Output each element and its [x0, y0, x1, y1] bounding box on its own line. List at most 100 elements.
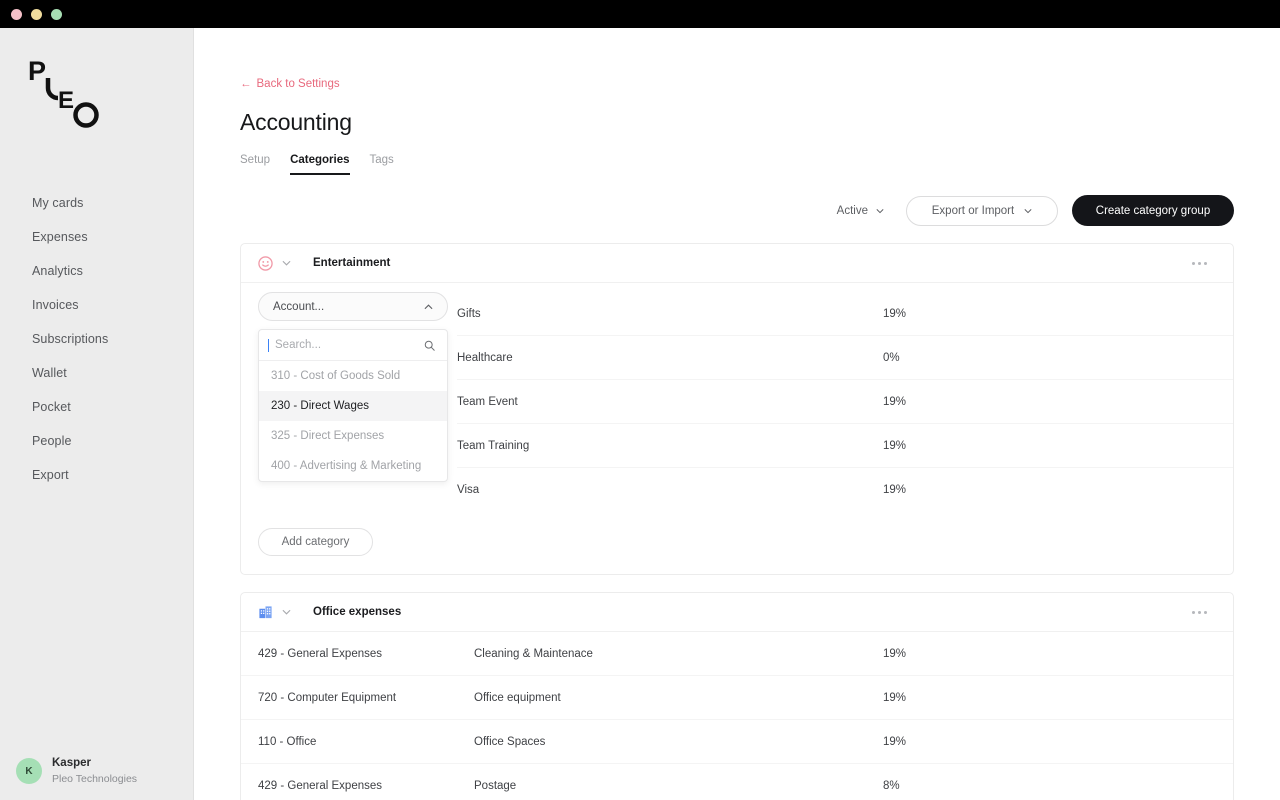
category-name: Office equipment: [474, 692, 883, 704]
arrow-left-icon: ←: [240, 78, 252, 90]
export-or-import-button[interactable]: Export or Import: [906, 196, 1058, 226]
user-name: Kasper: [52, 756, 137, 772]
smiley-face-icon: [258, 256, 273, 271]
back-link-label: Back to Settings: [257, 78, 340, 90]
group-options-menu-button[interactable]: [1186, 605, 1213, 620]
toolbar: Active Export or Import Create category …: [240, 195, 1234, 226]
app-shell: P E My cards Expenses Analytics Invoices…: [0, 28, 1280, 800]
tab-tags[interactable]: Tags: [370, 154, 394, 175]
close-window-button[interactable]: [11, 9, 22, 20]
chevron-down-icon: [876, 207, 884, 215]
category-name: Visa: [457, 484, 883, 496]
account-select-trigger[interactable]: Account...: [258, 292, 448, 321]
user-profile[interactable]: K Kasper Pleo Technologies: [16, 756, 137, 786]
category-vat: 19%: [883, 484, 1213, 496]
table-row[interactable]: 429 - General Expenses Postage 8%: [241, 764, 1233, 800]
category-name: Team Event: [457, 396, 883, 408]
table-row[interactable]: 429 - General Expenses Cleaning & Mainte…: [241, 632, 1233, 676]
search-icon: [424, 340, 435, 351]
tab-setup[interactable]: Setup: [240, 154, 270, 175]
account-option-325[interactable]: 325 - Direct Expenses: [259, 421, 447, 451]
sidebar-item-analytics[interactable]: Analytics: [0, 254, 193, 288]
svg-text:P: P: [28, 58, 46, 86]
sidebar-item-my-cards[interactable]: My cards: [0, 186, 193, 220]
category-name: Office Spaces: [474, 736, 883, 748]
account-option-230[interactable]: 230 - Direct Wages: [259, 391, 447, 421]
category-name: Healthcare: [457, 352, 883, 364]
account-select-column: Account... Search...: [241, 292, 457, 512]
category-vat: 19%: [883, 736, 1213, 748]
category-vat: 19%: [883, 396, 1213, 408]
category-vat: 19%: [883, 692, 1213, 704]
create-category-group-label: Create category group: [1096, 205, 1210, 217]
category-account: 429 - General Expenses: [258, 648, 474, 660]
category-group-header: Entertainment: [241, 244, 1233, 283]
table-row[interactable]: 110 - Office Office Spaces 19%: [241, 720, 1233, 764]
category-group-card-entertainment: Entertainment Account...: [240, 243, 1234, 575]
user-org: Pleo Technologies: [52, 772, 137, 786]
avatar: K: [16, 758, 42, 784]
export-or-import-label: Export or Import: [932, 205, 1014, 217]
sidebar-item-wallet[interactable]: Wallet: [0, 356, 193, 390]
table-row[interactable]: Gifts 19%: [457, 292, 1233, 336]
sidebar-item-subscriptions[interactable]: Subscriptions: [0, 322, 193, 356]
text-cursor: [268, 339, 269, 352]
maximize-window-button[interactable]: [51, 9, 62, 20]
collapse-group-chevron-icon[interactable]: [282, 260, 291, 266]
add-category-label: Add category: [282, 536, 350, 548]
kebab-dot: [1198, 611, 1201, 614]
back-to-settings-link[interactable]: ← Back to Settings: [240, 78, 340, 90]
category-vat: 19%: [883, 440, 1213, 452]
window-titlebar: [0, 0, 1280, 28]
sidebar-item-pocket[interactable]: Pocket: [0, 390, 193, 424]
table-row[interactable]: Team Training 19%: [457, 424, 1233, 468]
category-vat: 8%: [883, 780, 1213, 792]
collapse-group-chevron-icon[interactable]: [282, 609, 291, 615]
account-option-310[interactable]: 310 - Cost of Goods Sold: [259, 361, 447, 391]
main-content: ← Back to Settings Accounting Setup Cate…: [194, 28, 1280, 800]
chevron-down-icon: [1024, 207, 1032, 215]
kebab-dot: [1204, 262, 1207, 265]
category-vat: 19%: [883, 648, 1213, 660]
account-search-placeholder: Search...: [275, 339, 418, 351]
table-row[interactable]: Team Event 19%: [457, 380, 1233, 424]
category-edit-area: Account... Search...: [241, 283, 1233, 512]
sidebar-item-invoices[interactable]: Invoices: [0, 288, 193, 322]
category-group-body: Account... Search...: [241, 283, 1233, 556]
category-account: 429 - General Expenses: [258, 780, 474, 792]
table-row[interactable]: Healthcare 0%: [457, 336, 1233, 380]
category-name: Gifts: [457, 308, 883, 320]
account-select-dropdown: Search... 310 - Cost of Goods Sold 230 -…: [258, 329, 448, 482]
sidebar-item-expenses[interactable]: Expenses: [0, 220, 193, 254]
table-row[interactable]: 720 - Computer Equipment Office equipmen…: [241, 676, 1233, 720]
sidebar-item-export[interactable]: Export: [0, 458, 193, 492]
status-filter-label: Active: [837, 205, 868, 217]
create-category-group-button[interactable]: Create category group: [1072, 195, 1234, 226]
category-group-body: 429 - General Expenses Cleaning & Mainte…: [241, 632, 1233, 800]
svg-text:E: E: [58, 87, 74, 114]
table-row[interactable]: Visa 19%: [457, 468, 1233, 512]
account-search-field[interactable]: Search...: [259, 330, 447, 361]
category-vat: 19%: [883, 308, 1213, 320]
category-group-card-office-expenses: Office expenses 429 - General Expenses C…: [240, 592, 1234, 800]
tab-categories[interactable]: Categories: [290, 154, 349, 175]
category-account: 110 - Office: [258, 736, 474, 748]
tab-bar: Setup Categories Tags: [240, 154, 1234, 175]
status-filter-dropdown[interactable]: Active: [829, 199, 892, 223]
kebab-dot: [1192, 262, 1195, 265]
pleo-logo[interactable]: P E: [28, 58, 110, 130]
chevron-up-icon: [424, 304, 433, 310]
group-options-menu-button[interactable]: [1186, 256, 1213, 271]
category-vat: 0%: [883, 352, 1213, 364]
page-title: Accounting: [240, 109, 1234, 136]
minimize-window-button[interactable]: [31, 9, 42, 20]
sidebar-nav: My cards Expenses Analytics Invoices Sub…: [0, 186, 193, 492]
category-group-name: Entertainment: [313, 257, 390, 269]
add-category-button[interactable]: Add category: [258, 528, 373, 556]
sidebar: P E My cards Expenses Analytics Invoices…: [0, 28, 194, 800]
sidebar-item-people[interactable]: People: [0, 424, 193, 458]
category-rows-column: Gifts 19% Healthcare 0% Team Event 19%: [457, 292, 1233, 512]
category-name: Postage: [474, 780, 883, 792]
account-option-400[interactable]: 400 - Advertising & Marketing: [259, 451, 447, 481]
kebab-dot: [1192, 611, 1195, 614]
